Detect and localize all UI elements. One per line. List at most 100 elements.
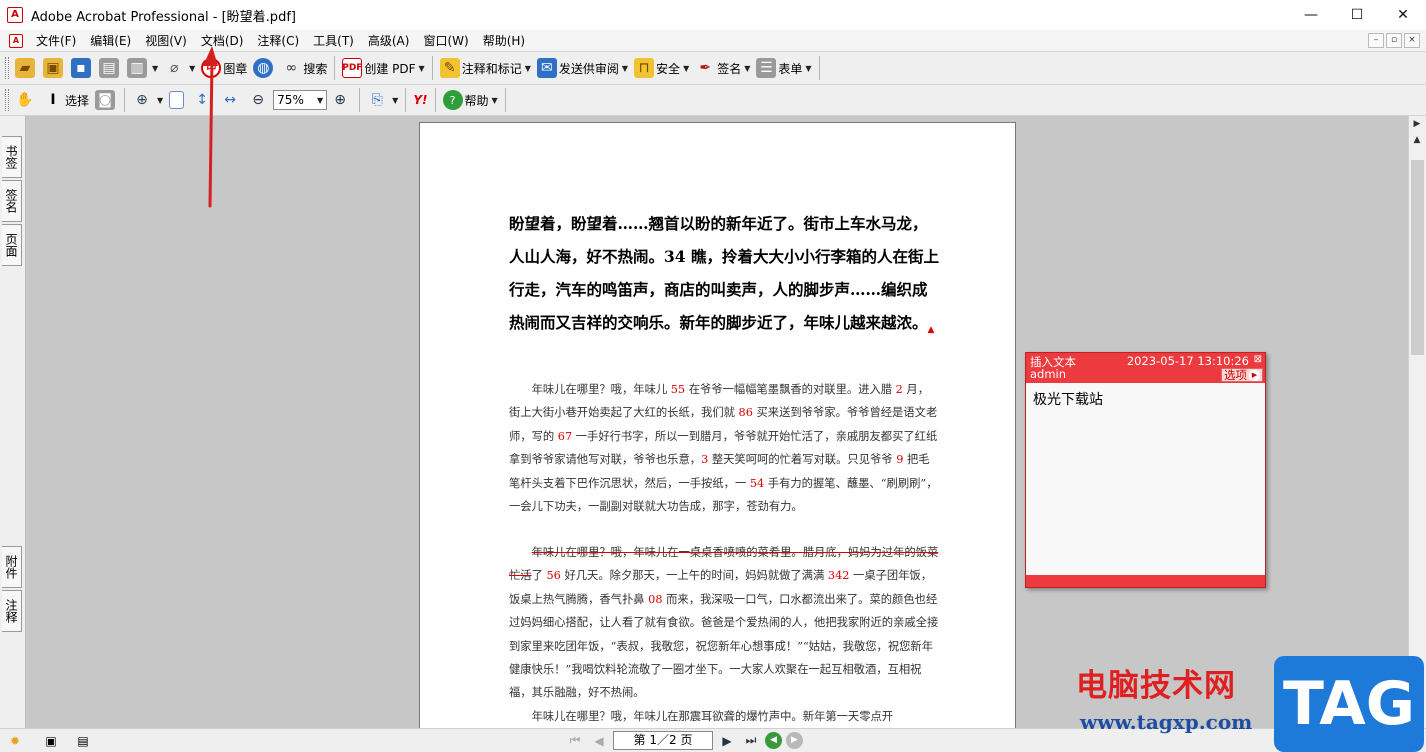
comment-popup-footer[interactable] — [1026, 575, 1265, 587]
save-button[interactable]: ▪ — [68, 56, 96, 80]
previous-page-button[interactable]: ◀ — [589, 732, 609, 750]
tab-signatures[interactable]: 签名 — [2, 180, 22, 222]
maximize-button[interactable]: ☐ — [1334, 0, 1380, 30]
rotate-button[interactable]: ⎘ ▼ — [364, 88, 401, 112]
forms-button[interactable]: ☰ 表单 ▼ — [753, 56, 814, 80]
how-to-icon[interactable]: ✹ — [6, 733, 24, 749]
sign-button[interactable]: ✒ 签名 ▼ — [692, 56, 753, 80]
comment-popup[interactable]: 插入文本 admin 2023-05-17 13:10:26 ⊠ 选项 ▶ 极光下… — [1025, 352, 1266, 588]
print-button[interactable]: ▤ — [96, 56, 124, 80]
panel-expand-icon[interactable]: ▶ — [1409, 116, 1425, 132]
actual-size-button[interactable] — [166, 88, 189, 112]
toolbar-separator — [504, 88, 506, 112]
continuous-view-icon[interactable]: ▤ — [74, 733, 92, 749]
comment-markup-button[interactable]: ✎ 注释和标记 ▼ — [437, 56, 534, 80]
create-pdf-button[interactable]: PDF 创建 PDF ▼ — [339, 56, 427, 80]
watermark-title: 电脑技术网 — [1076, 668, 1236, 704]
tab-pages[interactable]: 页面 — [2, 224, 22, 266]
comment-text[interactable]: 极光下载站 — [1026, 383, 1265, 415]
organizer-icon: ▣ — [43, 58, 63, 78]
zoom-select[interactable]: 75% ▼ — [273, 90, 328, 110]
navigation-panel: 书签 签名 页面 附件 注释 — [0, 116, 26, 728]
minus-circle-icon: ⊖ — [252, 92, 265, 108]
site-watermark: 电脑技术网 www.tagxp.com TAG — [1070, 656, 1426, 752]
pdf-page[interactable]: 盼望着，盼望着……翘首以盼的新年近了。街市上车水马龙，人山人海，好不热闹。34 … — [419, 122, 1016, 728]
comment-popup-header[interactable]: 插入文本 admin 2023-05-17 13:10:26 ⊠ 选项 ▶ — [1026, 353, 1265, 383]
zoom-in-button[interactable]: ⊕ — [327, 88, 355, 112]
fit-width-button[interactable]: ↔ — [217, 88, 245, 112]
scroll-up-icon[interactable]: ▲ — [1409, 132, 1425, 148]
web-button[interactable]: ◍ — [250, 56, 278, 80]
forms-label: 表单 — [778, 61, 803, 76]
last-page-button[interactable]: ⏭ — [741, 732, 761, 750]
search-button[interactable]: ∞ 搜索 — [278, 56, 330, 80]
menu-file[interactable]: 文件(F) — [29, 30, 83, 52]
toolbar-grip[interactable] — [5, 89, 9, 111]
next-view-button[interactable]: ▶ — [786, 732, 803, 749]
menu-advanced[interactable]: 高级(A) — [361, 30, 417, 52]
camera-icon: ◙ — [95, 90, 116, 110]
magnifier-icon: ⊕ — [136, 92, 148, 108]
menu-comments[interactable]: 注释(C) — [250, 30, 306, 52]
attach-button[interactable]: ⌀ ▼ — [161, 56, 198, 80]
inserted-number: 08 — [648, 592, 663, 606]
help-label: 帮助 — [464, 93, 489, 108]
snapshot-button[interactable]: ◙ — [92, 88, 120, 112]
save-icon: ▪ — [71, 58, 91, 78]
menu-tools[interactable]: 工具(T) — [306, 30, 361, 52]
zoom-tool-button[interactable]: ⊕ ▼ — [129, 88, 166, 112]
paragraph-1: 年味儿在哪里？哦，年味儿 55 在爷爷一幅幅笔墨飘香的对联里。进入腊 2 月，街… — [509, 378, 939, 518]
security-button[interactable]: ⊓ 安全 ▼ — [631, 56, 692, 80]
pen-icon: ✒ — [699, 60, 712, 76]
send-review-button[interactable]: ✉ 发送供审阅 ▼ — [534, 56, 631, 80]
chevron-down-icon: ▼ — [157, 95, 164, 105]
menu-window[interactable]: 窗口(W) — [416, 30, 475, 52]
vertical-scrollbar[interactable]: ▶ ▲ — [1408, 116, 1426, 728]
tab-comments[interactable]: 注释 — [2, 590, 22, 632]
single-page-view-icon[interactable]: ▣ — [42, 733, 60, 749]
scroll-thumb[interactable] — [1411, 160, 1424, 355]
open-button[interactable]: ▰ — [12, 56, 40, 80]
first-page-button[interactable]: ⏮ — [565, 732, 585, 750]
chevron-down-icon: ▼ — [805, 63, 812, 73]
yahoo-button[interactable]: Y! — [410, 88, 430, 112]
options-label: 选项 — [1224, 368, 1247, 382]
acrobat-icon: A — [7, 7, 23, 23]
comment-author: admin — [1030, 367, 1067, 381]
window-title: Adobe Acrobat Professional - [盼望着.pdf] — [31, 9, 296, 25]
hand-tool-button[interactable]: ✋ — [12, 88, 40, 112]
lead-paragraph: 盼望着，盼望着……翘首以盼的新年近了。街市上车水马龙，人山人海，好不热闹。34 … — [509, 207, 939, 347]
scan-button[interactable]: ▥ ▼ — [124, 56, 161, 80]
create-pdf-icon: PDF — [342, 58, 362, 78]
yahoo-logo-icon: Y! — [413, 93, 428, 107]
close-icon[interactable]: ⊠ — [1254, 354, 1262, 365]
document-menu-icon[interactable]: A — [9, 33, 23, 48]
page-number-field[interactable]: 第 1／2 页 — [613, 731, 713, 750]
insert-text-caret-icon[interactable]: ▲ — [928, 325, 935, 335]
previous-view-button[interactable]: ◀ — [765, 732, 782, 749]
close-button[interactable]: ✕ — [1380, 0, 1426, 30]
doc-restore-button[interactable]: ▫ — [1386, 33, 1402, 48]
menu-view[interactable]: 视图(V) — [138, 30, 194, 52]
comment-options-button[interactable]: 选项 ▶ — [1221, 368, 1263, 382]
tab-bookmarks[interactable]: 书签 — [2, 136, 22, 178]
inserted-number: 86 — [738, 406, 753, 420]
help-button[interactable]: ? 帮助 ▼ — [440, 88, 501, 112]
tab-attachments[interactable]: 附件 — [2, 546, 22, 588]
doc-close-button[interactable]: × — [1404, 33, 1420, 48]
minimize-button[interactable]: — — [1288, 0, 1334, 30]
title-bar: A Adobe Acrobat Professional - [盼望着.pdf]… — [0, 0, 1426, 30]
body-text: 而来，我深吸一口气，口水都流出来了。菜的颜色也经过妈妈细心搭配，让人看了就有食欲… — [509, 592, 939, 700]
select-tool-button[interactable]: I 选择 — [40, 88, 92, 112]
doc-minimize-button[interactable]: – — [1368, 33, 1384, 48]
next-page-button[interactable]: ▶ — [717, 732, 737, 750]
menu-help[interactable]: 帮助(H) — [476, 30, 532, 52]
organizer-button[interactable]: ▣ — [40, 56, 68, 80]
zoom-out-button[interactable]: ⊖ — [245, 88, 273, 112]
plus-circle-icon: ⊕ — [334, 92, 347, 108]
toolbar-grip[interactable] — [5, 57, 9, 79]
menu-edit[interactable]: 编辑(E) — [83, 30, 138, 52]
chevron-down-icon: ▼ — [152, 63, 159, 73]
create-pdf-label: 创建 PDF — [364, 61, 416, 76]
chevron-down-icon: ▼ — [683, 63, 690, 73]
